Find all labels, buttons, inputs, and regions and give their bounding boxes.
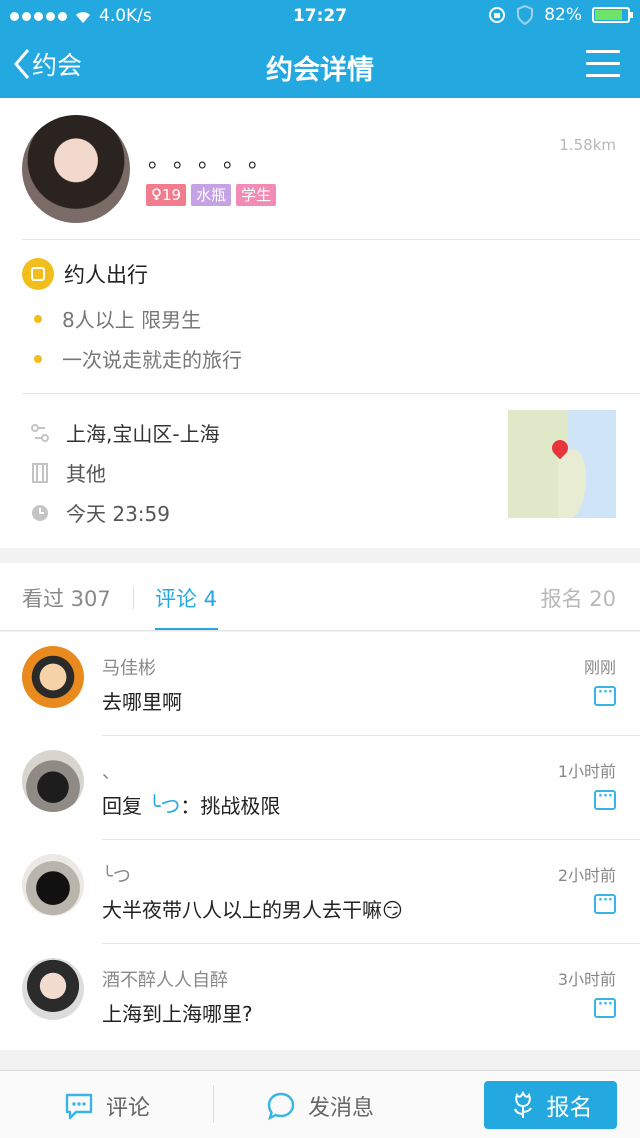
header: 4.0K/s 17:27 82% 约会 约会详情 [0, 0, 640, 98]
route-icon [31, 423, 49, 442]
date-detail-card: 。。。。。 1.58km 19 水瓶 学生 约人出行 8人以上 限男生 一次说走… [0, 98, 640, 548]
comment-item: 、 回复 ╰つ：挑战极限 1小时前 [0, 736, 640, 840]
condition-item: 8人以上 限男生 [34, 304, 201, 333]
flower-icon [513, 1090, 532, 1118]
comment-item: ╰つ 大半夜带八人以上的男人去干嘛😏 2小时前 [0, 840, 640, 944]
avatar[interactable] [22, 958, 84, 1020]
bottom-action-bar: 评论 发消息 报名 [0, 1070, 640, 1138]
female-icon [152, 188, 161, 200]
avatar[interactable] [22, 115, 130, 223]
distance: 1.58km [559, 136, 616, 154]
tab-bar: 看过 307 评论 4 报名 20 [0, 563, 640, 631]
payment-row: 其他 [30, 458, 106, 487]
message-button-label: 发消息 [308, 1096, 375, 1121]
age-tag: 19 [146, 184, 187, 206]
reply-icon[interactable] [594, 893, 616, 914]
location-text: 上海,宝山区-上海 [66, 422, 220, 446]
divider [213, 1085, 214, 1123]
divider [0, 630, 640, 631]
menu-icon[interactable] [586, 50, 620, 78]
avatar[interactable] [22, 750, 84, 812]
comment-author[interactable]: 酒不醉人人自醉 [102, 966, 228, 992]
chat-bubble-icon [267, 1092, 295, 1121]
payment-text: 其他 [66, 462, 106, 486]
comment-text: 大半夜带八人以上的男人去干嘛😏 [102, 898, 403, 922]
condition-item: 一次说走就走的旅行 [34, 344, 242, 373]
star-sign-tag: 水瓶 [191, 184, 232, 206]
battery-percent: 82% [544, 5, 582, 25]
divider [22, 239, 640, 240]
shield-icon [517, 5, 534, 25]
comment-text: 回复 ╰つ：挑战极限 [102, 794, 281, 818]
reply-icon[interactable] [594, 997, 616, 1018]
occupation-tag: 学生 [236, 184, 277, 206]
tab-separator [133, 587, 134, 609]
location-row: 上海,宝山区-上海 [30, 418, 220, 447]
profile-tags: 19 水瓶 学生 [146, 184, 277, 206]
comment-author[interactable]: ╰つ [102, 862, 131, 888]
comment-text: 上海到上海哪里? [102, 1002, 253, 1026]
message-button[interactable]: 发消息 [266, 1090, 374, 1122]
status-bar: 4.0K/s 17:27 82% [0, 0, 640, 32]
time-row: 今天 23:59 [30, 498, 170, 527]
clock-icon [32, 504, 48, 521]
comment-item: 马佳彬 去哪里啊 刚刚 [0, 632, 640, 736]
page-title: 约会详情 [266, 55, 374, 86]
comment-time: 3小时前 [557, 970, 616, 989]
reply-icon[interactable] [594, 685, 616, 706]
comment-text: 去哪里啊 [102, 690, 182, 714]
rotation-lock-icon [489, 7, 506, 23]
avatar[interactable] [22, 646, 84, 708]
comment-author[interactable]: 、 [102, 758, 120, 784]
comment-item: 酒不醉人人自醉 上海到上海哪里? 3小时前 [0, 944, 640, 1048]
status-right: 82% [488, 5, 633, 25]
bill-icon [32, 462, 48, 483]
tab-signups[interactable]: 报名 20 [541, 583, 616, 613]
comment-icon [65, 1093, 93, 1120]
tab-viewed[interactable]: 看过 307 [22, 583, 111, 613]
comment-time: 1小时前 [557, 762, 616, 781]
comment-time: 刚刚 [583, 658, 616, 677]
reply-target[interactable]: ╰つ [148, 794, 180, 818]
date-theme: 约人出行 [22, 258, 148, 290]
signup-button-label: 报名 [546, 1095, 593, 1121]
theme-label: 约人出行 [64, 263, 148, 287]
reply-icon[interactable] [594, 789, 616, 810]
map-thumbnail[interactable] [508, 410, 616, 518]
divider [22, 393, 640, 394]
nickname: 。。。。。 [148, 148, 285, 173]
comment-author[interactable]: 马佳彬 [102, 654, 156, 680]
comment-list: 马佳彬 去哪里啊 刚刚 、 回复 ╰つ：挑战极限 1小时前 ╰つ 大半夜带八人以… [0, 632, 640, 1050]
avatar[interactable] [22, 854, 84, 916]
tab-comments[interactable]: 评论 4 [155, 583, 217, 613]
comment-button-label: 评论 [106, 1096, 151, 1121]
comment-time: 2小时前 [557, 866, 616, 885]
time-text: 今天 23:59 [66, 502, 170, 526]
comment-button[interactable]: 评论 [64, 1090, 150, 1122]
battery-icon [592, 7, 633, 23]
signup-button[interactable]: 报名 [484, 1081, 617, 1129]
bus-icon [22, 258, 54, 290]
nav-bar: 约会 约会详情 [0, 32, 640, 98]
